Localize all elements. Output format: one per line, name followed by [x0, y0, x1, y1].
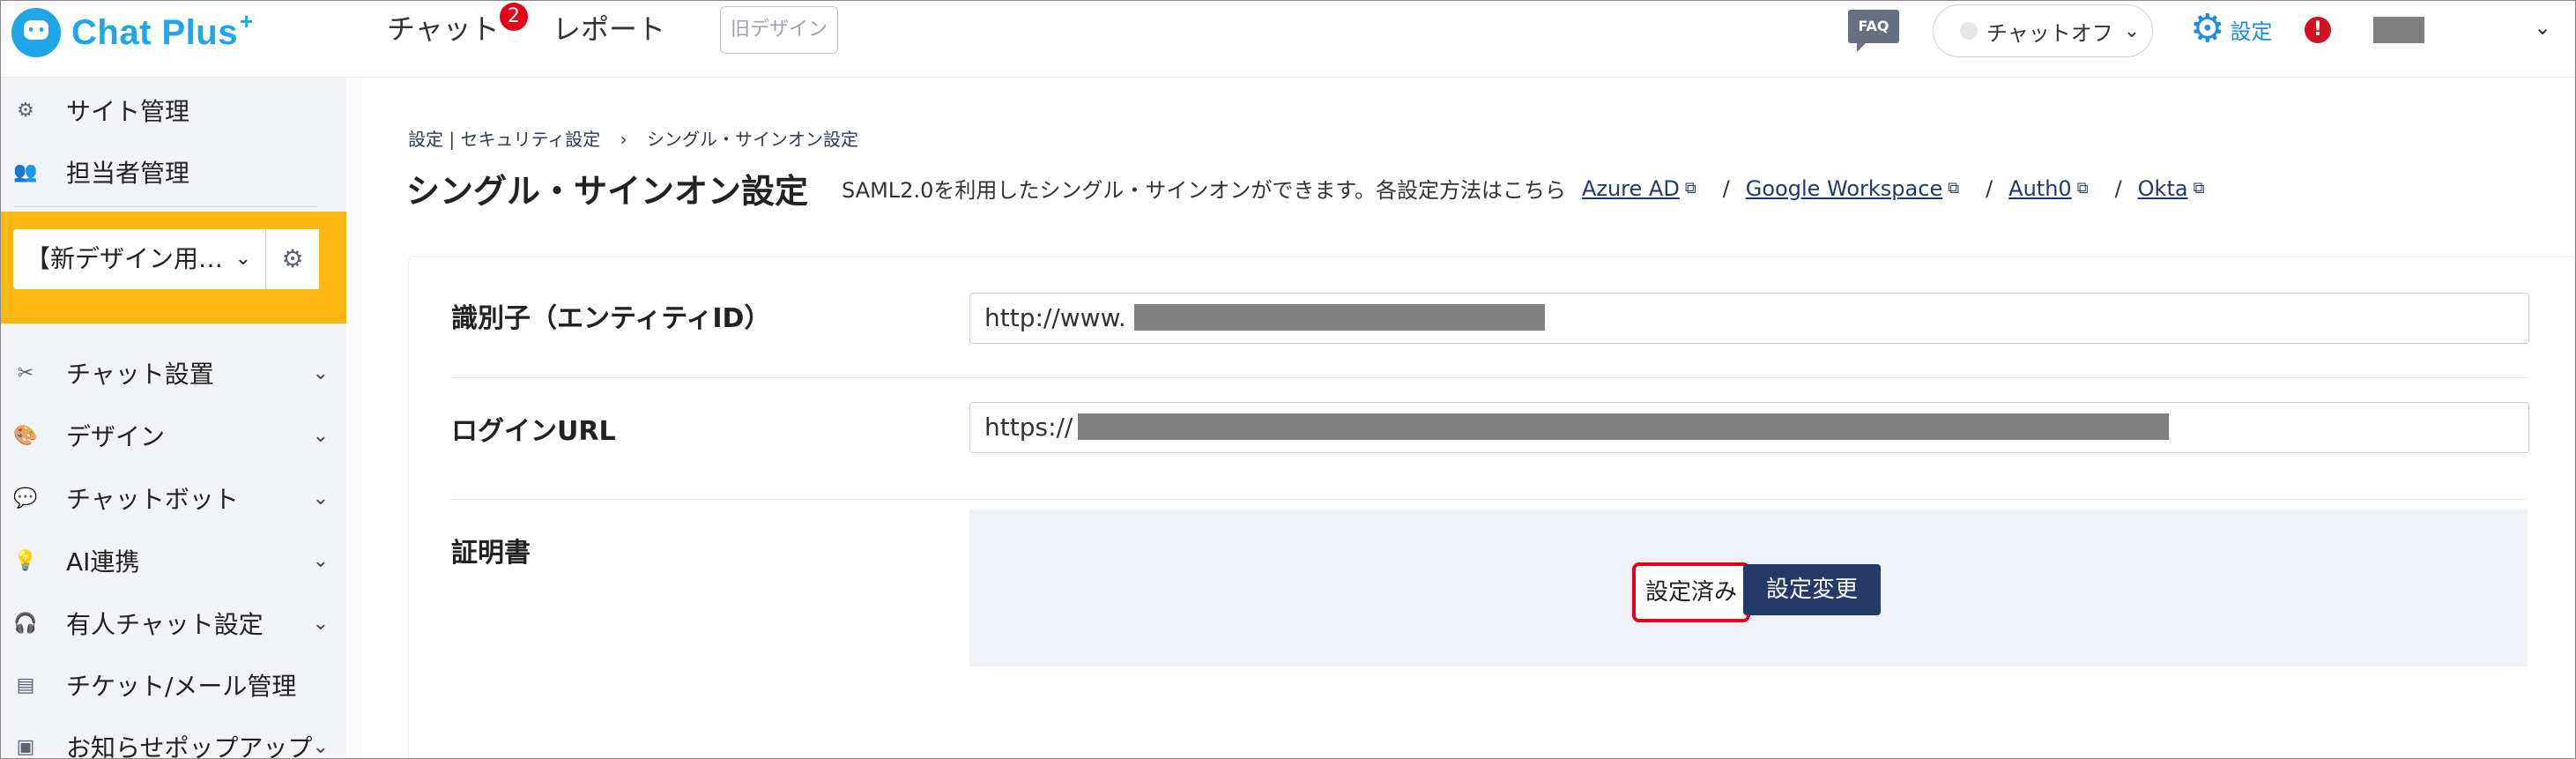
old-design-button[interactable]: 旧デザイン [720, 6, 838, 54]
chat-status-dropdown[interactable]: チャットオフ ⌄ [1933, 4, 2153, 57]
change-certificate-button[interactable]: 設定変更 [1743, 564, 1881, 615]
chatplus-logo-icon [11, 8, 61, 57]
link-separator: / [1986, 175, 1993, 201]
chevron-down-icon: ⌄ [234, 248, 251, 270]
nav-chat[interactable]: チャット [387, 10, 500, 48]
sidebar-item-label: AI連携 [66, 547, 140, 577]
headset-icon: 🎧 [13, 612, 38, 635]
user-avatar[interactable] [2373, 17, 2424, 43]
chevron-down-icon: ⌄ [312, 424, 329, 447]
login-url-value: https:// [984, 413, 1073, 442]
login-url-input[interactable]: https:// [969, 402, 2529, 453]
chat-notification-badge: 2 [500, 3, 528, 31]
chat-bubble-icon: 💬 [13, 487, 38, 510]
app-window: Chat Plus+ チャット 2 レポート 旧デザイン FAQ チャットオフ … [0, 0, 2576, 759]
alert-icon[interactable]: ! [2305, 17, 2331, 43]
row-divider [451, 499, 2528, 500]
sidebar-item-staff-management[interactable]: 👥 担当者管理 [1, 146, 346, 197]
link-azure-ad[interactable]: Azure AD [1582, 176, 1680, 201]
sidebar-item-label: サイト管理 [66, 97, 190, 126]
list-icon: ▤ [16, 673, 35, 696]
sidebar-item-chat-install[interactable]: ✂ チャット設置 ⌄ [1, 347, 346, 398]
certificate-status: 設定済み [1632, 562, 1750, 622]
page-title: シングル・サインオン設定 [406, 172, 809, 211]
site-select-dropdown[interactable]: 【新デザイン用… ⌄ [13, 229, 267, 289]
sidebar-item-live-chat-settings[interactable]: 🎧 有人チャット設定 ⌄ [1, 598, 346, 649]
description-text: SAML2.0を利用したシングル・サインオンができます。各設定方法はこちら [842, 178, 1566, 203]
faq-icon[interactable]: FAQ [1848, 10, 1899, 52]
sidebar: ⚙ サイト管理 👥 担当者管理 【新デザイン用… ⌄ ⚙ ✂ チャット設置 ⌄ … [1, 78, 346, 759]
redacted-value [1078, 413, 2169, 440]
sidebar-divider [13, 206, 318, 207]
certificate-box: 設定済み 設定変更 [969, 510, 2528, 666]
breadcrumb-current: シングル・サインオン設定 [646, 129, 858, 150]
sidebar-item-label: お知らせポップアップ [66, 733, 313, 759]
people-icon: 👥 [13, 160, 38, 183]
sidebar-item-chatbot[interactable]: 💬 チャットボット ⌄ [1, 473, 346, 524]
page-description: SAML2.0を利用したシングル・サインオンができます。各設定方法はこちら Az… [842, 173, 2204, 204]
breadcrumb-security-settings[interactable]: 設定 | セキュリティ設定 [408, 129, 600, 150]
sidebar-item-popup[interactable]: ▣ お知らせポップアップ ⌄ [1, 721, 346, 759]
sidebar-item-label: チャットボット [66, 485, 239, 514]
settings-label: 設定 [2230, 19, 2273, 44]
sidebar-item-ai[interactable]: 💡 AI連携 ⌄ [1, 535, 346, 586]
chevron-down-icon: ⌄ [312, 612, 329, 635]
settings-link[interactable]: ⚙ 設定 [2190, 10, 2272, 48]
sidebar-scrollbar[interactable] [350, 78, 363, 758]
logo-text: Chat Plus+ [71, 7, 254, 52]
chat-status-label: チャットオフ [1986, 20, 2113, 46]
link-separator: / [1722, 175, 1730, 201]
redacted-value [1134, 304, 1545, 331]
chevron-down-icon: ⌄ [2123, 19, 2141, 42]
site-select-area: 【新デザイン用… ⌄ ⚙ [1, 212, 346, 324]
external-link-icon: ⧉ [1684, 179, 1696, 197]
bulb-icon: 💡 [13, 549, 38, 572]
nav-report[interactable]: レポート [553, 10, 665, 48]
external-link-icon: ⧉ [1948, 179, 1960, 197]
gear-icon: ⚙ [2190, 6, 2225, 51]
sidebar-item-design[interactable]: 🎨 デザイン ⌄ [1, 410, 346, 461]
external-link-icon: ⧉ [2193, 179, 2205, 197]
sso-settings-card: 識別子（エンティティID） http://www. ログインURL https:… [408, 257, 2575, 758]
status-dot-icon [1960, 22, 1978, 40]
site-select-label: 【新デザイン用… [26, 244, 224, 273]
sidebar-item-label: 有人チャット設定 [66, 610, 264, 639]
top-header: Chat Plus+ チャット 2 レポート 旧デザイン FAQ チャットオフ … [1, 1, 2575, 78]
login-url-label: ログインURL [451, 416, 616, 447]
sidebar-item-label: デザイン [66, 422, 166, 451]
sidebar-item-label: 担当者管理 [66, 159, 190, 188]
chatplus-logo[interactable]: Chat Plus+ [11, 8, 254, 57]
chevron-down-icon: ⌄ [312, 735, 329, 758]
breadcrumb: 設定 | セキュリティ設定 › シングル・サインオン設定 [408, 125, 858, 151]
row-divider [451, 377, 2528, 378]
entity-id-value: http://www. [984, 303, 1126, 332]
gear-icon: ⚙ [17, 99, 34, 122]
sidebar-item-site-management[interactable]: ⚙ サイト管理 [1, 85, 346, 136]
chevron-down-icon: ⌄ [312, 487, 329, 510]
chevron-down-icon: ⌄ [312, 549, 329, 572]
link-auth0[interactable]: Auth0 [2008, 176, 2072, 201]
user-menu-chevron-icon[interactable]: ⌄ [2534, 15, 2551, 40]
chevron-down-icon: ⌄ [312, 361, 329, 384]
sidebar-item-label: チケット/メール管理 [66, 672, 297, 701]
certificate-label: 証明書 [451, 538, 531, 569]
main-content: 設定 | セキュリティ設定 › シングル・サインオン設定 シングル・サインオン設… [362, 78, 2575, 758]
sidebar-item-label: チャット設置 [66, 360, 214, 389]
sidebar-item-ticket-mail[interactable]: ▤ チケット/メール管理 [1, 659, 346, 711]
link-okta[interactable]: Okta [2138, 176, 2188, 201]
site-settings-gear-icon[interactable]: ⚙ [265, 229, 319, 289]
palette-icon: 🎨 [13, 424, 38, 447]
entity-id-input[interactable]: http://www. [969, 293, 2529, 344]
link-google-workspace[interactable]: Google Workspace [1746, 176, 1942, 201]
popup-icon: ▣ [16, 735, 35, 758]
entity-id-label: 識別子（エンティティID） [451, 303, 771, 334]
link-separator: / [2114, 175, 2122, 201]
external-link-icon: ⧉ [2076, 179, 2089, 197]
tools-icon: ✂ [17, 361, 34, 384]
breadcrumb-arrow-icon: › [620, 129, 627, 150]
